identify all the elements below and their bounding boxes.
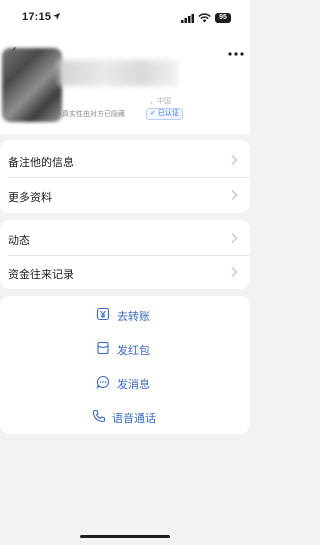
row-moments[interactable]: 动态	[0, 220, 250, 255]
row-label: 动态	[8, 235, 30, 247]
row-remark-info[interactable]: 备注他的信息	[0, 142, 250, 177]
chevron-right-icon	[231, 155, 238, 165]
red-packet-icon	[97, 341, 109, 355]
activity-card: 动态 资金往来记录	[0, 220, 250, 289]
red-packet-label: 发红包	[117, 345, 150, 357]
chevron-right-icon	[231, 190, 238, 200]
chevron-right-icon	[231, 233, 238, 243]
row-label: 资金往来记录	[8, 269, 74, 281]
voice-call-button[interactable]: 语音通话	[0, 407, 250, 427]
verified-badge-label: 已认证	[157, 110, 179, 117]
location-arrow-icon	[52, 12, 61, 21]
battery-indicator: 95	[215, 13, 231, 23]
profile-header: ，中国 真实性由对方已隐藏 ✓ 已认证	[0, 48, 250, 134]
transfer-label: 去转账	[117, 311, 150, 323]
row-fund-records[interactable]: 资金往来记录	[0, 254, 250, 289]
wifi-icon	[198, 13, 211, 23]
cellular-signal-icon	[181, 14, 194, 23]
send-message-label: 发消息	[117, 379, 150, 391]
status-bar: 17:15 95	[0, 0, 250, 36]
verified-badge[interactable]: ✓ 已认证	[146, 108, 183, 120]
send-message-button[interactable]: 发消息	[0, 373, 250, 393]
more-options-icon[interactable]	[226, 46, 246, 62]
row-label: 更多资料	[8, 192, 52, 204]
info-card: 备注他的信息 更多资料	[0, 140, 250, 213]
transfer-button[interactable]: 去转账	[0, 305, 250, 325]
chevron-right-icon	[231, 267, 238, 277]
row-label: 备注他的信息	[8, 157, 74, 169]
verification-text: 真实性由对方已隐藏	[62, 111, 125, 118]
red-packet-button[interactable]: 发红包	[0, 339, 250, 359]
transfer-icon	[96, 307, 110, 321]
check-circle-icon: ✓	[150, 110, 156, 117]
actions-card: 去转账 发红包 发消息 语音通话	[0, 296, 250, 434]
message-icon	[96, 375, 109, 389]
status-time: 17:15	[22, 11, 52, 23]
profile-region: ，中国	[150, 98, 171, 105]
row-more-info[interactable]: 更多资料	[0, 177, 250, 212]
voice-call-label: 语音通话	[112, 413, 156, 425]
avatar[interactable]	[2, 48, 62, 122]
home-indicator[interactable]	[80, 535, 170, 538]
phone-icon	[92, 409, 106, 423]
profile-name-obscured	[58, 60, 178, 86]
